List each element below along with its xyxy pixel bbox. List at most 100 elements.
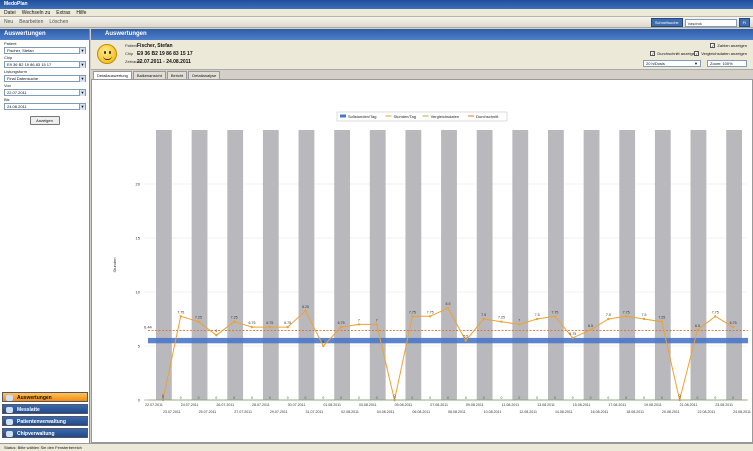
new-button[interactable]: Neu bbox=[4, 19, 13, 25]
patient-select[interactable]: Fischer, Stefan ▼ bbox=[4, 47, 86, 54]
chevron-down-icon[interactable]: ▼ bbox=[79, 47, 85, 54]
chevron-down-icon[interactable]: ▼ bbox=[79, 75, 85, 82]
hours-point bbox=[446, 307, 450, 310]
search-go-button[interactable]: Fl bbox=[738, 18, 750, 27]
hours-point bbox=[286, 325, 289, 329]
hours-point bbox=[375, 323, 378, 326]
day-bar bbox=[512, 130, 529, 400]
chip-info-value: E9 36 B2 19 86 83 15 17 bbox=[137, 51, 193, 57]
delete-button[interactable]: Löschen bbox=[49, 19, 68, 25]
edit-button[interactable]: Bearbeiten bbox=[19, 19, 43, 25]
legend-label: Sollstunden/Tag bbox=[348, 114, 376, 119]
x-tick-label: 20.08.2011 bbox=[662, 410, 680, 414]
hours-point bbox=[607, 317, 610, 321]
nav-auswertungen[interactable]: Auswertungen bbox=[2, 392, 88, 402]
toolbar: Neu Bearbeiten Löschen bbox=[0, 17, 753, 28]
show-button[interactable]: Anzeigen bbox=[29, 116, 60, 125]
show-average-checkbox[interactable]: ✓ Durchschnitt anzeigen bbox=[650, 51, 697, 56]
menu-extras[interactable]: Extras bbox=[56, 10, 70, 16]
hours-point bbox=[250, 325, 254, 329]
x-tick-label: 30.07.2011 bbox=[288, 403, 306, 407]
search-input[interactable]: Vasdrok bbox=[684, 18, 737, 27]
listing-select[interactable]: Final Datensuche ▼ bbox=[4, 75, 86, 82]
hours-point bbox=[518, 323, 521, 326]
menu-hilfe[interactable]: Hilfe bbox=[76, 10, 86, 16]
mode-select[interactable]: 20 h/Dosis ▼ bbox=[643, 60, 701, 67]
zero-label: 0 bbox=[180, 396, 182, 400]
menu-wechseln[interactable]: Wechseln zu bbox=[22, 10, 51, 16]
eye bbox=[109, 51, 111, 54]
data-label: 7.5 bbox=[606, 313, 611, 317]
show-numbers-checkbox[interactable]: ✓ Zahlen anzeigen bbox=[710, 43, 747, 48]
window-title: MedoPlan bbox=[0, 0, 753, 9]
listing-label: Listungsform bbox=[4, 69, 27, 74]
chevron-down-icon[interactable]: ▼ bbox=[79, 61, 85, 68]
nav-label: Chipverwaltung bbox=[17, 431, 55, 437]
legend-swatch bbox=[422, 115, 429, 117]
zero-label: 0 bbox=[233, 396, 235, 400]
zero-label: 0 bbox=[447, 396, 449, 400]
checkbox-label: Durchschnitt anzeigen bbox=[657, 51, 697, 56]
nav-patients[interactable]: Patientenverwaltung bbox=[2, 416, 88, 426]
day-bar bbox=[619, 130, 636, 400]
from-date-field[interactable]: 22.07.2011 ▼ bbox=[4, 89, 86, 96]
users-icon bbox=[6, 419, 13, 425]
legend-label: Durchschnitt bbox=[476, 114, 499, 119]
zero-label: 0 bbox=[215, 396, 217, 400]
info-bar: Patient Fischer, Stefan Chip E9 36 B2 19… bbox=[91, 40, 753, 70]
legend-swatch bbox=[340, 114, 346, 118]
x-tick-label: 18.08.2011 bbox=[626, 410, 644, 414]
zoom-select[interactable]: Zoom: 100% bbox=[707, 60, 747, 67]
chip-select[interactable]: E9 36 B2 19 86 83 15 17 ▼ bbox=[4, 61, 86, 68]
zero-label: 0 bbox=[554, 396, 556, 400]
eye bbox=[104, 51, 106, 54]
x-tick-label: 22.07.2011 bbox=[145, 403, 163, 407]
tab-analysis[interactable]: Detailanalyse bbox=[188, 71, 221, 79]
hours-point bbox=[589, 328, 592, 331]
hours-point bbox=[553, 315, 557, 318]
tab-detail[interactable]: Detailauswertung bbox=[93, 71, 132, 79]
x-tick-label: 01.08.2011 bbox=[323, 403, 341, 407]
patient-label: Patient bbox=[4, 41, 17, 46]
data-label: 7.25 bbox=[231, 316, 238, 320]
menu-datei[interactable]: Datei bbox=[4, 10, 16, 16]
tab-report[interactable]: Bericht bbox=[166, 71, 188, 79]
day-bar bbox=[690, 130, 707, 400]
patient-info-label: Patient bbox=[125, 43, 138, 48]
to-date-field[interactable]: 24.08.2011 ▼ bbox=[4, 103, 86, 110]
calendar-icon[interactable]: ▼ bbox=[79, 103, 85, 110]
status-bar: Status: Bitte wählen Sie den Fensterbere… bbox=[0, 443, 753, 451]
data-label: 5.5 bbox=[463, 335, 468, 339]
show-comparison-checkbox[interactable]: ✓ Vergleichsdaten anzeigen bbox=[694, 51, 747, 56]
zero-label: 0 bbox=[429, 396, 431, 400]
quick-search-button[interactable]: Schnellsuche bbox=[650, 18, 683, 27]
to-label: Bis bbox=[4, 97, 10, 102]
day-bar bbox=[441, 130, 457, 400]
calendar-icon[interactable]: ▼ bbox=[79, 89, 85, 96]
data-label: 7.75 bbox=[409, 310, 416, 314]
zero-label: 0 bbox=[269, 396, 271, 400]
x-tick-label: 29.07.2011 bbox=[270, 410, 288, 414]
zero-label: 0 bbox=[714, 396, 716, 400]
nav-chips[interactable]: Chipverwaltung bbox=[2, 428, 88, 438]
day-bar bbox=[405, 130, 422, 400]
data-label: 7 bbox=[376, 318, 378, 322]
nav-messlatte[interactable]: Messlatte bbox=[2, 404, 88, 414]
data-label: 7.25 bbox=[195, 316, 202, 320]
day-bar bbox=[726, 130, 742, 400]
hours-point bbox=[304, 309, 307, 313]
hours-point bbox=[535, 317, 539, 321]
from-date-value: 22.07.2011 bbox=[7, 90, 27, 95]
tab-bars[interactable]: Balkenansicht bbox=[132, 71, 166, 79]
x-tick-label: 11.08.2011 bbox=[502, 403, 519, 407]
day-bar bbox=[654, 130, 671, 400]
hours-point bbox=[624, 315, 628, 318]
left-panel: Auswertungen Patient Fischer, Stefan ▼ Ch… bbox=[0, 29, 90, 451]
hours-point bbox=[428, 315, 432, 318]
x-tick-label: 23.07.2011 bbox=[163, 410, 181, 414]
x-tick-label: 24.07.2011 bbox=[181, 403, 199, 407]
day-bar bbox=[334, 130, 350, 400]
data-label: 7 bbox=[358, 318, 360, 322]
data-label: 7.5 bbox=[535, 313, 540, 317]
x-tick-label: 26.07.2011 bbox=[216, 403, 234, 407]
